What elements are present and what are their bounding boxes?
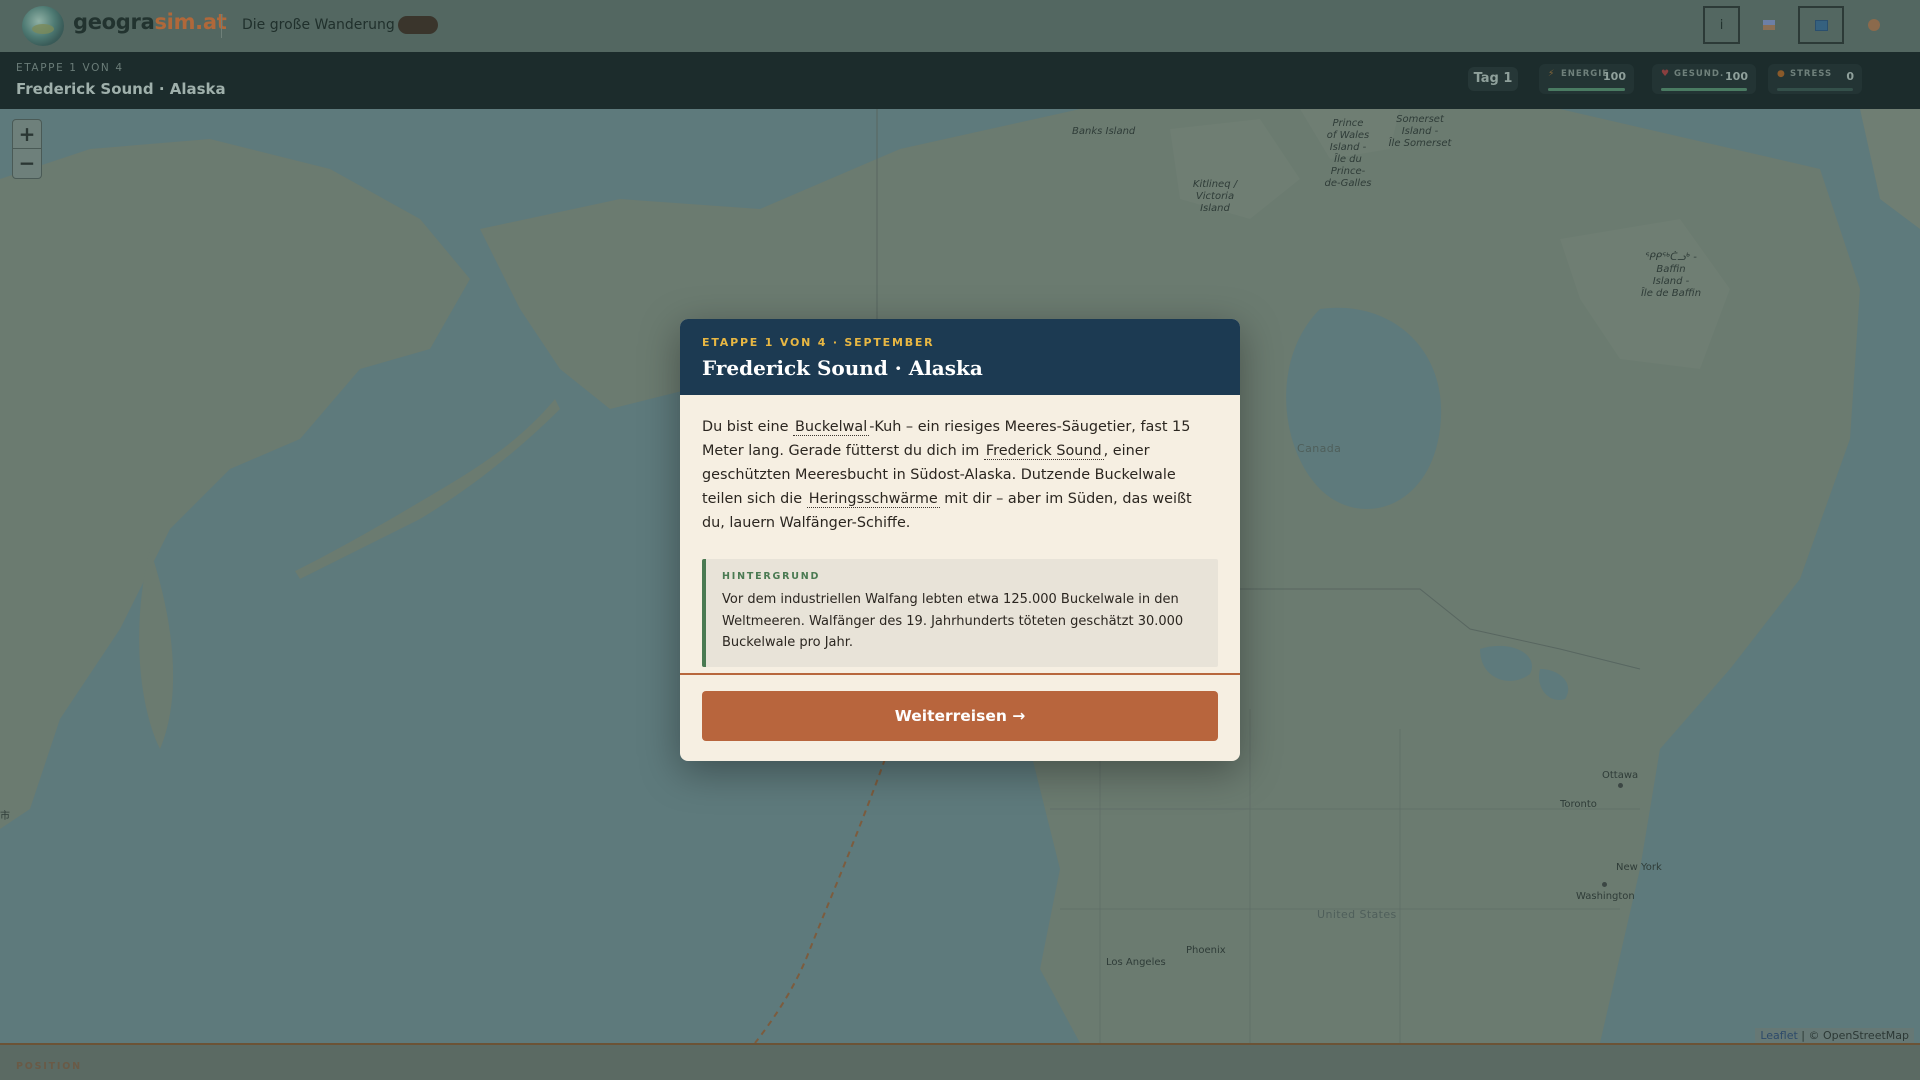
city-label-ottawa: Ottawa: [1602, 770, 1639, 781]
zoom-control: + −: [12, 119, 42, 179]
map-label: Prince of Wales Island - Île du Prince- …: [1318, 118, 1378, 190]
stat-health: ♥ GESUND. 100: [1652, 64, 1756, 94]
position-panel: POSITION: [0, 1043, 1920, 1080]
map-label-line: de-Galles: [1324, 178, 1372, 189]
map-label-line: Island -: [1329, 142, 1367, 153]
dialog-footer: Weiterreisen →: [680, 673, 1240, 761]
dialog-body: Du bist eine Buckelwal -Kuh – ein riesige…: [680, 395, 1240, 667]
stage-intro-dialog: ETAPPE 1 VON 4 · SEPTEMBER Frederick Sou…: [680, 319, 1240, 761]
game-subtitle: Die große Wanderung: [242, 17, 395, 33]
city-marker: [1602, 882, 1607, 887]
map-label-line: Island -: [1652, 276, 1690, 287]
background-label: HINTERGRUND: [722, 571, 821, 582]
story-text: Du bist eine Buckelwal -Kuh – ein riesige…: [702, 415, 1218, 535]
dialog-title: Frederick Sound · Alaska: [702, 356, 983, 380]
map-label-line: of Wales: [1326, 130, 1370, 141]
map-attribution: Leaflet | © OpenStreetMap: [1755, 1028, 1914, 1043]
day-counter: Tag 1: [1468, 67, 1518, 91]
story-fragment: Du bist eine: [702, 419, 794, 435]
map-icon: [1814, 19, 1828, 31]
country-label-usa: United States: [1317, 908, 1397, 921]
stat-value: 100: [1603, 70, 1626, 83]
stat-stress: ● STRESS 0: [1768, 64, 1862, 94]
map-label-line: Island: [1200, 203, 1230, 214]
brand-wordmark[interactable]: geograsim.at: [73, 10, 227, 34]
map-label-line: Prince: [1332, 118, 1364, 129]
stat-label: ENERGIE: [1561, 69, 1610, 79]
stat-label: STRESS: [1790, 69, 1833, 79]
stat-bar-fill: [1548, 88, 1625, 91]
flag-icon: [1762, 20, 1775, 30]
city-marker: [1618, 783, 1623, 788]
city-label-toronto: Toronto: [1560, 799, 1597, 810]
dialog-kicker: ETAPPE 1 VON 4 · SEPTEMBER: [702, 336, 935, 349]
map-label: Kitlineq / Victoria Island: [1185, 179, 1245, 215]
map-label: Banks Island: [1072, 126, 1136, 137]
osm-credit: | © OpenStreetMap: [1797, 1029, 1909, 1042]
globe-button[interactable]: [1855, 6, 1892, 44]
map-label-line: Île du Prince-: [1330, 154, 1366, 177]
stage-title: Frederick Sound · Alaska: [16, 80, 226, 98]
glossary-term-buckelwal[interactable]: Buckelwal: [793, 419, 870, 436]
stat-bar: [1661, 88, 1747, 91]
map-label-line: Baffin: [1656, 264, 1686, 275]
map-view-button[interactable]: [1798, 6, 1844, 44]
background-info-box: HINTERGRUND Vor dem industriellen Walfan…: [702, 559, 1218, 667]
glossary-term-heringsschwaerme[interactable]: Heringsschwärme: [806, 491, 940, 508]
brand-accent: sim.at: [154, 10, 227, 34]
map-label: Somerset Island - Île Somerset: [1385, 114, 1455, 150]
app-header: geograsim.at Die große Wanderung i: [0, 0, 1920, 52]
stage-bar: ETAPPE 1 VON 4 Frederick Sound · Alaska …: [0, 52, 1920, 109]
map-label: ᕿᑭᖅᑖᓗᒃ - Baffin Island - Île de Baffin: [1636, 252, 1706, 300]
city-label-los-angeles: Los Angeles: [1106, 957, 1166, 968]
info-button[interactable]: i: [1703, 6, 1740, 44]
stat-value: 100: [1725, 70, 1748, 83]
position-label: POSITION: [16, 1061, 82, 1072]
zoom-out-button[interactable]: −: [13, 149, 41, 178]
stat-bar: [1777, 88, 1853, 91]
header-divider: [221, 14, 222, 38]
map-label-line: Victoria: [1195, 191, 1235, 202]
map-label-line: Somerset: [1396, 114, 1444, 125]
leaflet-link[interactable]: Leaflet: [1760, 1029, 1797, 1042]
dialog-header: ETAPPE 1 VON 4 · SEPTEMBER Frederick Sou…: [680, 319, 1240, 395]
map-label-line: Island -: [1401, 126, 1439, 137]
continue-journey-button[interactable]: Weiterreisen →: [702, 691, 1218, 741]
city-label-new-york: New York: [1616, 862, 1662, 873]
brand-main: geogra: [73, 10, 155, 34]
zoom-in-button[interactable]: +: [13, 120, 41, 149]
map-label-line: Kitlineq /: [1192, 179, 1238, 190]
globe-logo-icon[interactable]: [22, 6, 64, 46]
map-label-edge: 市: [0, 811, 10, 822]
glossary-term-frederick-sound[interactable]: Frederick Sound: [983, 443, 1104, 460]
city-label-phoenix: Phoenix: [1186, 945, 1226, 956]
info-icon: i: [1719, 17, 1724, 33]
stat-bar-fill: [1661, 88, 1747, 91]
stat-label: GESUND.: [1674, 69, 1725, 79]
country-label-canada: Canada: [1297, 442, 1342, 455]
map-label-line: Île Somerset: [1388, 138, 1452, 149]
stat-bar: [1548, 88, 1625, 91]
background-text: Vor dem industriellen Walfang lebten etw…: [722, 592, 1184, 650]
stress-icon: ●: [1777, 69, 1785, 79]
status-pill: [398, 16, 438, 34]
city-label-washington: Washington: [1576, 891, 1635, 902]
globe-icon: [1867, 19, 1880, 31]
heart-icon: ♥: [1661, 69, 1670, 79]
map-label-line: ᕿᑭᖅᑖᓗᒃ -: [1645, 252, 1697, 263]
stat-value: 0: [1846, 70, 1854, 83]
bolt-icon: ⚡: [1548, 69, 1555, 79]
language-button[interactable]: [1750, 6, 1787, 44]
stat-energy: ⚡ ENERGIE 100: [1539, 64, 1634, 94]
stage-progress: ETAPPE 1 VON 4: [16, 62, 124, 74]
map-label-line: Île de Baffin: [1640, 288, 1702, 299]
